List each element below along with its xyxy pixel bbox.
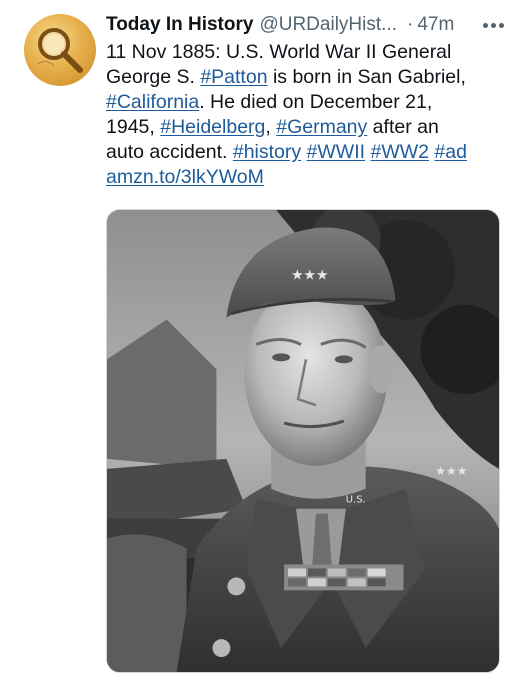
photo-portrait: ★★★ U.S. ★★★: [107, 210, 499, 672]
tweet-line: auto accident. #history #WWII #WW2 #ad: [106, 140, 506, 165]
avatar[interactable]: [24, 14, 96, 86]
hashtag-patton[interactable]: #Patton: [200, 66, 267, 88]
hashtag-california[interactable]: #California: [106, 91, 199, 113]
amazon-link[interactable]: amzn.to/3lkYWoM: [106, 166, 264, 188]
author-handle[interactable]: @URDailyHist...: [259, 14, 397, 36]
tweet-text: 11 Nov 1885: U.S. World War II General G…: [106, 40, 506, 190]
text-segment: George S.: [106, 66, 201, 88]
hashtag-ad[interactable]: #ad: [434, 141, 467, 163]
text-segment: . He died on December 21,: [199, 91, 433, 113]
hashtag-history[interactable]: #history: [233, 141, 301, 163]
svg-text:★★★: ★★★: [291, 268, 328, 284]
more-horizontal-icon[interactable]: [480, 10, 504, 40]
author-display-name[interactable]: Today In History: [106, 14, 253, 36]
tweet-line: George S. #Patton is born in San Gabriel…: [106, 65, 506, 90]
hashtag-ww2[interactable]: #WW2: [370, 141, 429, 163]
tweet-line: #California. He died on December 21,: [106, 90, 506, 115]
hashtag-wwii[interactable]: #WWII: [307, 141, 366, 163]
collar-badge: U.S.: [346, 495, 366, 506]
text-segment: auto accident.: [106, 141, 233, 163]
text-segment: is born in San Gabriel,: [267, 66, 466, 88]
tweet-header: Today In History @URDailyHist... · 47m: [106, 10, 504, 40]
tweet[interactable]: Today In History @URDailyHist... · 47m 1…: [0, 0, 526, 682]
svg-text:★★★: ★★★: [435, 464, 467, 478]
tweet-timestamp[interactable]: 47m: [417, 14, 454, 36]
tweet-line: 11 Nov 1885: U.S. World War II General: [106, 40, 506, 65]
text-segment: 1945,: [106, 116, 161, 138]
text-segment: after an: [367, 116, 439, 138]
hashtag-heidelberg[interactable]: #Heidelberg: [160, 116, 265, 138]
tweet-line: 1945, #Heidelberg, #Germany after an: [106, 115, 506, 140]
hashtag-germany[interactable]: #Germany: [276, 116, 367, 138]
text-segment: 11 Nov 1885: U.S. World War II General: [106, 41, 452, 63]
magnifying-glass-icon: [37, 28, 83, 73]
text-segment: ,: [265, 116, 277, 138]
tweet-photo[interactable]: ★★★ U.S. ★★★: [106, 209, 500, 673]
separator-dot: ·: [406, 14, 414, 35]
tweet-line: amzn.to/3lkYWoM: [106, 165, 506, 190]
